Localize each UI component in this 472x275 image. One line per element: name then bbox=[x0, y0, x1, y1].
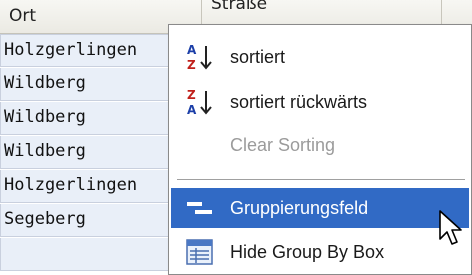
svg-text:A: A bbox=[187, 43, 197, 57]
mouse-pointer-icon bbox=[439, 210, 462, 245]
menu-separator bbox=[177, 179, 465, 180]
menu-item-label: Hide Group By Box bbox=[230, 242, 385, 262]
menu-item-clear-sorting[interactable]: Clear Sorting bbox=[171, 124, 469, 166]
group-by-box-icon bbox=[186, 239, 213, 265]
menu-item-group-by-field[interactable]: Gruppierungsfeld bbox=[171, 188, 469, 228]
sort-ascending-az-icon: A Z bbox=[187, 43, 212, 71]
svg-text:Z: Z bbox=[187, 88, 196, 102]
group-by-field-icon bbox=[187, 202, 212, 214]
menu-item-sort-ascending[interactable]: A Z sortiert bbox=[171, 36, 469, 78]
sort-descending-za-icon: Z A bbox=[187, 88, 212, 116]
menu-item-hide-group-by-box[interactable]: Hide Group By Box bbox=[171, 231, 469, 273]
column-header-label: Straße bbox=[211, 0, 268, 14]
svg-text:A: A bbox=[187, 103, 197, 116]
column-context-menu: A Z sortiert Z A sortiert rückwärts Clea… bbox=[168, 24, 472, 275]
svg-text:Z: Z bbox=[187, 58, 196, 71]
menu-item-label: sortiert rückwärts bbox=[230, 92, 368, 112]
menu-item-sort-descending[interactable]: Z A sortiert rückwärts bbox=[171, 81, 469, 123]
column-header-label: Ort bbox=[9, 6, 37, 26]
menu-item-label: Gruppierungsfeld bbox=[230, 198, 369, 218]
menu-item-label: sortiert bbox=[230, 47, 286, 67]
menu-item-label: Clear Sorting bbox=[230, 135, 336, 155]
